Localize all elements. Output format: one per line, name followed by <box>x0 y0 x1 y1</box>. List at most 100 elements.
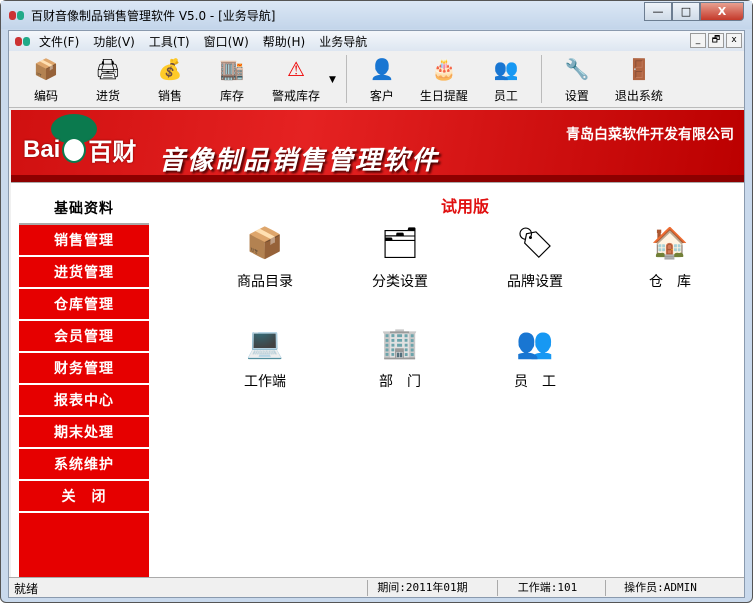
minimize-button[interactable]: — <box>644 2 672 21</box>
brand-icon: 🏷 <box>515 225 555 261</box>
settings-icon: 🔧 <box>564 57 590 81</box>
status-ready: 就绪 <box>14 582 39 596</box>
logo: Bai 百财 <box>23 132 136 167</box>
department-icon: 🏢 <box>381 325 419 361</box>
menu-function[interactable]: 功能(V) <box>93 33 135 50</box>
company-name: 青岛白菜软件开发有限公司 <box>566 127 734 143</box>
window-title: 百财音像制品销售管理软件 V5.0 - [业务导航] <box>31 8 276 23</box>
menu-bar: 文件(F) 功能(V) 工具(T) 窗口(W) 帮助(H) 业务导航 _ 🗗 x <box>9 31 744 51</box>
mdi-restore-button[interactable]: 🗗 <box>708 33 724 48</box>
toolbar-purchase-button[interactable]: 🖨 进货 <box>77 53 139 107</box>
birthday-icon: 🎂 <box>431 57 457 81</box>
boxes-icon: 📦 <box>33 57 59 81</box>
warehouse-icon: 🏠 <box>651 225 689 261</box>
logo-cn: 百财 <box>88 139 137 166</box>
toolbar-birthday-button[interactable]: 🎂 生日提醒 <box>413 53 475 107</box>
label: 员 工 <box>514 374 556 390</box>
toolbar-stock-button[interactable]: 🏬 库存 <box>201 53 263 107</box>
status-operator: 操作员:ADMIN <box>605 580 715 596</box>
banner: Bai 百财 音像制品销售管理软件 青岛白菜软件开发有限公司 <box>11 110 744 182</box>
toolbar-alert-stock-button[interactable]: ⚠ 警戒库存 <box>263 53 329 107</box>
computer-icon: 💻 <box>246 325 284 361</box>
exit-icon: 🚪 <box>626 57 652 81</box>
sidebar-item-reports[interactable]: 报表中心 <box>19 385 149 417</box>
trial-label: 试用版 <box>441 197 490 216</box>
mdi-minimize-button[interactable]: _ <box>690 33 706 48</box>
menu-tools[interactable]: 工具(T) <box>149 33 190 50</box>
label: 仓 库 <box>649 274 691 290</box>
customer-icon: 👤 <box>369 57 395 81</box>
sidebar-item-finance[interactable]: 财务管理 <box>19 353 149 385</box>
menu-window[interactable]: 窗口(W) <box>204 33 249 50</box>
menu-business-nav[interactable]: 业务导航 <box>319 33 367 50</box>
label: 退出系统 <box>614 89 663 103</box>
toolbar-code-button[interactable]: 📦 编码 <box>15 53 77 107</box>
logo-face-icon <box>62 136 87 163</box>
mdi-icon <box>15 34 31 48</box>
banner-stripe <box>11 175 744 182</box>
sidebar-item-maintenance[interactable]: 系统维护 <box>19 449 149 481</box>
item-workstation[interactable]: 💻 工作端 <box>215 321 315 391</box>
staff-icon: 👥 <box>493 57 519 81</box>
separator <box>540 55 542 103</box>
label: 商品目录 <box>237 274 293 290</box>
boxes-icon: 📦 <box>246 225 284 261</box>
sidebar-item-members[interactable]: 会员管理 <box>19 321 149 353</box>
status-terminal: 工作端:101 <box>497 580 597 596</box>
dropdown-arrow-icon[interactable]: ▼ <box>329 75 336 85</box>
maximize-button[interactable]: □ <box>672 2 700 21</box>
item-brand-settings[interactable]: 🏷 品牌设置 <box>485 221 585 291</box>
sidebar-item-warehouse[interactable]: 仓库管理 <box>19 289 149 321</box>
toolbar-customer-button[interactable]: 👤 客户 <box>351 53 413 107</box>
sidebar-item-sales[interactable]: 销售管理 <box>19 225 149 257</box>
item-product-catalog[interactable]: 📦 商品目录 <box>215 221 315 291</box>
label: 员工 <box>493 89 518 103</box>
label: 客户 <box>369 89 394 103</box>
item-department[interactable]: 🏢 部 门 <box>350 321 450 391</box>
sidebar-item-purchase[interactable]: 进货管理 <box>19 257 149 289</box>
label: 销售 <box>157 89 182 103</box>
warning-icon: ⚠ <box>287 57 305 81</box>
client-area: 文件(F) 功能(V) 工具(T) 窗口(W) 帮助(H) 业务导航 _ 🗗 x… <box>8 30 745 598</box>
main-panel: 基础资料 销售管理 进货管理 仓库管理 会员管理 财务管理 报表中心 期末处理 … <box>11 182 744 577</box>
status-bar: 就绪 期间:2011年01期 工作端:101 操作员:ADMIN <box>9 577 744 597</box>
label: 品牌设置 <box>507 274 563 290</box>
separator <box>345 55 347 103</box>
status-period: 期间:2011年01期 <box>367 580 477 596</box>
sidebar-item-period-end[interactable]: 期末处理 <box>19 417 149 449</box>
staff-icon: 👥 <box>516 325 554 361</box>
app-window: 百财音像制品销售管理软件 V5.0 - [业务导航] — □ X 文件(F) 功… <box>0 0 753 603</box>
item-category-settings[interactable]: 🗂 分类设置 <box>350 221 450 291</box>
item-staff[interactable]: 👥 员 工 <box>485 321 585 391</box>
label: 分类设置 <box>372 274 428 290</box>
category-icon: 🗂 <box>380 225 420 261</box>
app-icon <box>9 8 25 22</box>
toolbar-settings-button[interactable]: 🔧 设置 <box>546 53 608 107</box>
title-bar: 百财音像制品销售管理软件 V5.0 - [业务导航] — □ X <box>1 1 752 29</box>
logo-text: Bai <box>23 135 61 163</box>
sidebar-item-basic-data[interactable]: 基础资料 <box>19 193 149 225</box>
item-warehouse[interactable]: 🏠 仓 库 <box>620 221 720 291</box>
printer-icon: 🖨 <box>95 57 121 81</box>
money-bag-icon: 💰 <box>157 57 183 81</box>
label: 编码 <box>33 89 58 103</box>
mdi-close-button[interactable]: x <box>726 33 742 48</box>
label: 进货 <box>95 89 120 103</box>
close-button[interactable]: X <box>700 2 744 21</box>
menu-help[interactable]: 帮助(H) <box>263 33 305 50</box>
sidebar: 基础资料 销售管理 进货管理 仓库管理 会员管理 财务管理 报表中心 期末处理 … <box>19 193 149 577</box>
label: 库存 <box>219 89 244 103</box>
sidebar-item-close[interactable]: 关 闭 <box>19 481 149 513</box>
warehouse-icon: 🏬 <box>219 57 245 81</box>
banner-title: 音像制品销售管理软件 <box>159 146 440 176</box>
label: 部 门 <box>379 374 421 390</box>
label: 生日提醒 <box>419 89 468 103</box>
toolbar: 📦 编码 🖨 进货 💰 销售 🏬 库存 ⚠ 警戒库存 ▼ 👤 客户 🎂 生日提醒 👥 员工 🔧 设… <box>9 52 744 108</box>
toolbar-sales-button[interactable]: 💰 销售 <box>139 53 201 107</box>
toolbar-staff-button[interactable]: 👥 员工 <box>475 53 537 107</box>
label: 警戒库存 <box>271 89 320 103</box>
label: 设置 <box>564 89 589 103</box>
label: 工作端 <box>244 374 286 390</box>
toolbar-exit-button[interactable]: 🚪 退出系统 <box>608 53 670 107</box>
menu-file[interactable]: 文件(F) <box>39 33 79 50</box>
